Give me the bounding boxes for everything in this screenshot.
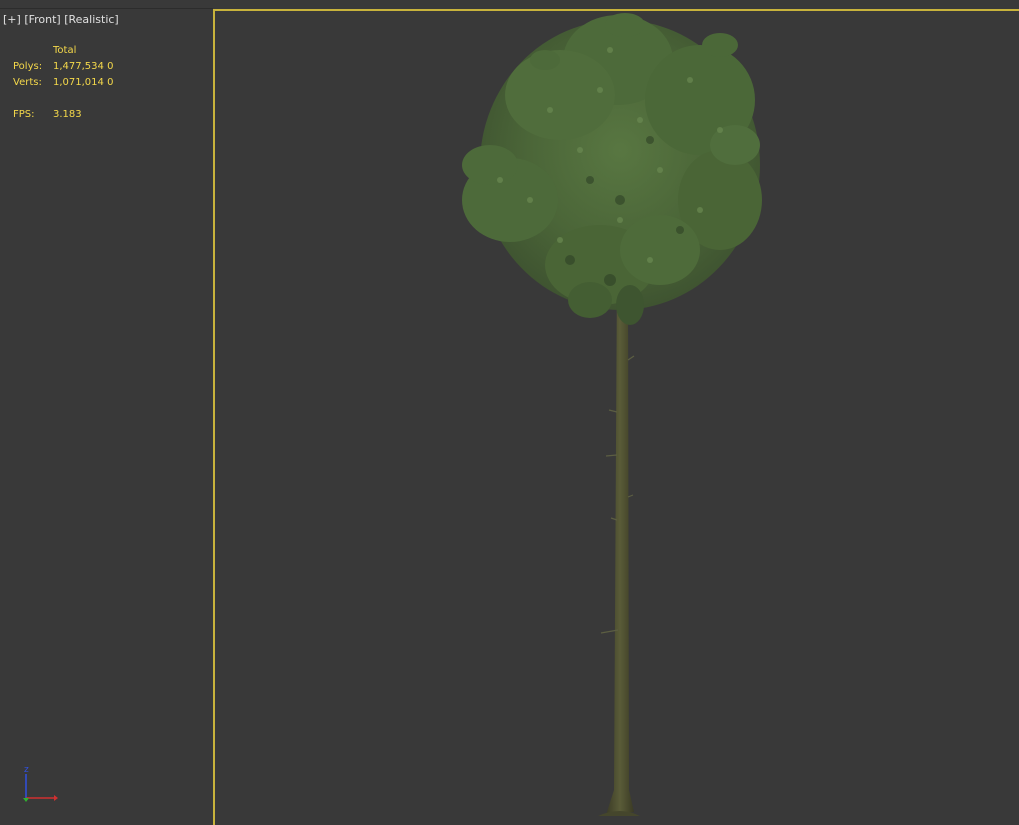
verts-label: Verts:: [13, 77, 42, 88]
fps-label: FPS:: [13, 109, 35, 120]
viewport-shading-menu[interactable]: [Realistic]: [64, 13, 119, 26]
viewport-divider: [0, 8, 213, 9]
viewport-left-area[interactable]: [0, 0, 213, 825]
tree-trunk: [606, 270, 634, 815]
tree-canopy: [462, 13, 762, 325]
polys-label: Polys:: [13, 61, 43, 72]
axis-z-label: z: [24, 765, 29, 775]
viewport-plus-menu[interactable]: [+]: [3, 13, 21, 26]
stats-header: Total: [53, 45, 77, 56]
viewport-label-menu: [+] [Front] [Realistic]: [3, 13, 119, 26]
fps-value: 3.183: [53, 109, 82, 120]
axis-gizmo-icon: z: [23, 765, 58, 802]
axis-x-arrow: [54, 795, 58, 801]
viewport-view-menu[interactable]: [Front]: [24, 13, 60, 26]
scene-tree-model[interactable]: [215, 11, 1019, 825]
verts-value: 1,071,014 0: [53, 77, 114, 88]
polys-value: 1,477,534 0: [53, 61, 114, 72]
axis-y-marker: [23, 798, 29, 802]
